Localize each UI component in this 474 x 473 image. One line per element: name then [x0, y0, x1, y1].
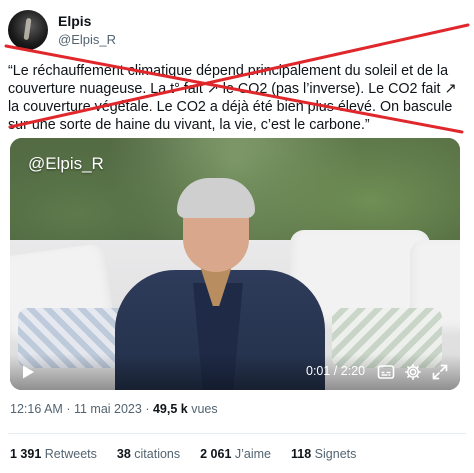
quotes-count: 38: [116, 447, 131, 461]
author-names: Elpis @Elpis_R: [58, 13, 116, 48]
retweets-count: 1 391: [10, 447, 42, 461]
play-icon[interactable]: [20, 364, 36, 380]
tweet-header: Elpis @Elpis_R: [8, 10, 116, 50]
avatar[interactable]: [8, 10, 48, 50]
stat-likes[interactable]: 2 061 J’aime: [200, 447, 271, 461]
stat-bookmarks[interactable]: 118 Signets: [291, 447, 356, 461]
tweet-text: “Le réchauffement climatique dépend prin…: [8, 63, 457, 133]
author-handle[interactable]: @Elpis_R: [58, 32, 116, 48]
tweet-meta: 12:16 AM · 11 mai 2023 · 49,5 k vues: [10, 402, 218, 416]
divider: [8, 433, 466, 434]
bookmarks-count: 118: [291, 447, 312, 461]
likes-label: J’aime: [234, 447, 272, 461]
quotes-label: citations: [134, 447, 181, 461]
likes-count: 2 061: [200, 447, 232, 461]
meta-separator: ·: [66, 402, 71, 416]
meta-separator: ·: [145, 402, 150, 416]
author-display-name[interactable]: Elpis: [58, 13, 116, 30]
speaker-hair: [177, 178, 255, 218]
video-time: 0:01 / 2:20: [306, 364, 366, 378]
video-player[interactable]: @Elpis_R 0:01 / 2:20: [10, 138, 460, 390]
views-count: 49,5 k: [152, 402, 188, 416]
bookmarks-label: Signets: [314, 447, 357, 461]
stat-retweets[interactable]: 1 391 Retweets: [10, 447, 97, 461]
retweets-label: Retweets: [44, 447, 97, 461]
video-controls: 0:01 / 2:20: [10, 354, 460, 390]
captions-icon[interactable]: [377, 363, 395, 381]
gear-icon[interactable]: [404, 363, 422, 381]
video-watermark: @Elpis_R: [28, 154, 104, 173]
tweet-stats: 1 391 Retweets 38 citations 2 061 J’aime…: [10, 447, 376, 461]
tweet-date[interactable]: 11 mai 2023: [74, 402, 142, 416]
fullscreen-icon[interactable]: [431, 363, 449, 381]
views-label: vues: [191, 402, 218, 416]
tweet-time[interactable]: 12:16 AM: [10, 402, 63, 416]
stat-quotes[interactable]: 38 citations: [117, 447, 180, 461]
